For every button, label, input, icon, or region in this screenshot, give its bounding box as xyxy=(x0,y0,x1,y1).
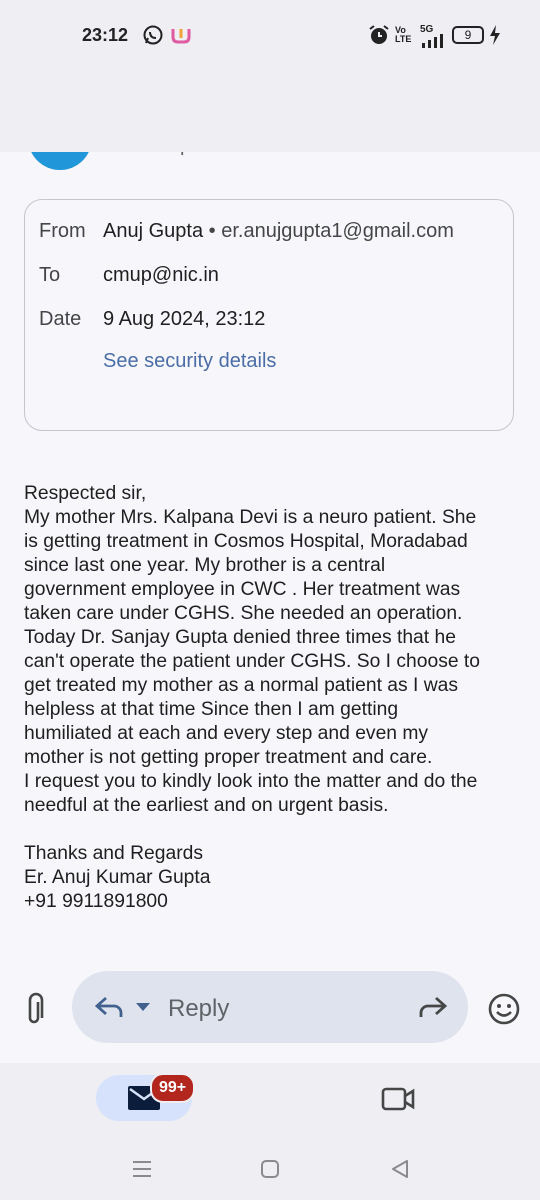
signature-line: Er. Anuj Kumar Gupta xyxy=(24,867,211,888)
message-details-card: From Anuj Gupta • er.anujgupta1@gmail.co… xyxy=(24,199,514,431)
attach-button[interactable] xyxy=(18,985,54,1033)
alarm-icon xyxy=(369,25,389,44)
video-icon xyxy=(381,1087,415,1111)
charging-icon xyxy=(490,25,500,45)
body-line: government employee in CWC . Her treatme… xyxy=(24,579,461,600)
reply-placeholder: Reply xyxy=(168,995,230,1022)
emoji-icon xyxy=(488,993,520,1025)
status-time: 23:12 xyxy=(82,25,129,45)
recents-button[interactable] xyxy=(126,1155,158,1183)
battery-icon: 9 xyxy=(452,26,484,44)
sender-email[interactable]: er.anujgupta1@gmail.com xyxy=(221,220,454,242)
body-line: get treated my mother as a normal patien… xyxy=(24,675,459,696)
attach-icon xyxy=(28,992,44,1024)
home-icon xyxy=(261,1160,279,1178)
date-label: Date xyxy=(39,308,82,330)
body-line: I request you to kindly look into the ma… xyxy=(24,771,478,792)
body-line: humiliated at each and every step and ev… xyxy=(24,723,429,744)
body-line: can't operate the patient under CGHS. So… xyxy=(24,651,480,672)
body-line: mother is not getting proper treatment a… xyxy=(24,747,433,768)
forward-icon[interactable] xyxy=(418,995,448,1019)
app-bar-backdrop xyxy=(0,72,540,152)
bottom-navigation: 99+ xyxy=(0,1063,540,1200)
back-icon xyxy=(392,1160,408,1178)
meet-tab[interactable] xyxy=(374,1079,422,1119)
reply-icon xyxy=(94,996,123,1017)
recents-icon xyxy=(133,1161,151,1177)
sender-name: Anuj Gupta xyxy=(103,220,204,242)
emoji-button[interactable] xyxy=(484,989,524,1029)
body-line: since last one year. My brother is a cen… xyxy=(24,555,386,576)
reply-bar: Reply xyxy=(0,955,540,1063)
volte-icon: Vo LTE xyxy=(395,25,412,44)
body-line: Respected sir, xyxy=(24,483,147,504)
separator-dot: • xyxy=(208,220,216,242)
message-body: Respected sir, My mother Mrs. Kalpana De… xyxy=(24,482,524,914)
app-icon xyxy=(171,29,191,44)
dropdown-icon[interactable] xyxy=(136,1003,150,1012)
to-label: To xyxy=(39,264,61,286)
body-line: needful at the earliest and on urgent ba… xyxy=(24,795,389,816)
whatsapp-icon xyxy=(143,25,163,45)
battery-level: 9 xyxy=(464,28,472,42)
body-line: helpless at that time Since then I am ge… xyxy=(24,699,399,720)
reply-input[interactable]: Reply xyxy=(72,971,468,1043)
body-line: My mother Mrs. Kalpana Devi is a neuro p… xyxy=(24,507,477,528)
security-details-link[interactable]: See security details xyxy=(103,350,276,373)
body-line: Today Dr. Sanjay Gupta denied three time… xyxy=(24,627,456,648)
date-value: 9 Aug 2024, 23:12 xyxy=(103,308,266,330)
body-line: taken care under CGHS. She needed an ope… xyxy=(24,603,463,624)
home-button[interactable] xyxy=(254,1155,286,1183)
body-line: is getting treatment in Cosmos Hospital,… xyxy=(24,531,468,552)
signature-phone[interactable]: +91 9911891800 xyxy=(24,890,524,914)
status-bar: 23:12 Vo LTE 5G 9 xyxy=(0,0,540,72)
from-label: From xyxy=(39,220,86,242)
from-value: Anuj Gupta • er.anujgupta1@gmail.com xyxy=(103,220,454,243)
signature-line: Thanks and Regards xyxy=(24,843,203,864)
system-back-button[interactable] xyxy=(384,1155,416,1183)
to-value[interactable]: cmup@nic.in xyxy=(103,264,219,287)
signal-icon xyxy=(422,34,443,48)
unread-badge: 99+ xyxy=(150,1073,196,1103)
